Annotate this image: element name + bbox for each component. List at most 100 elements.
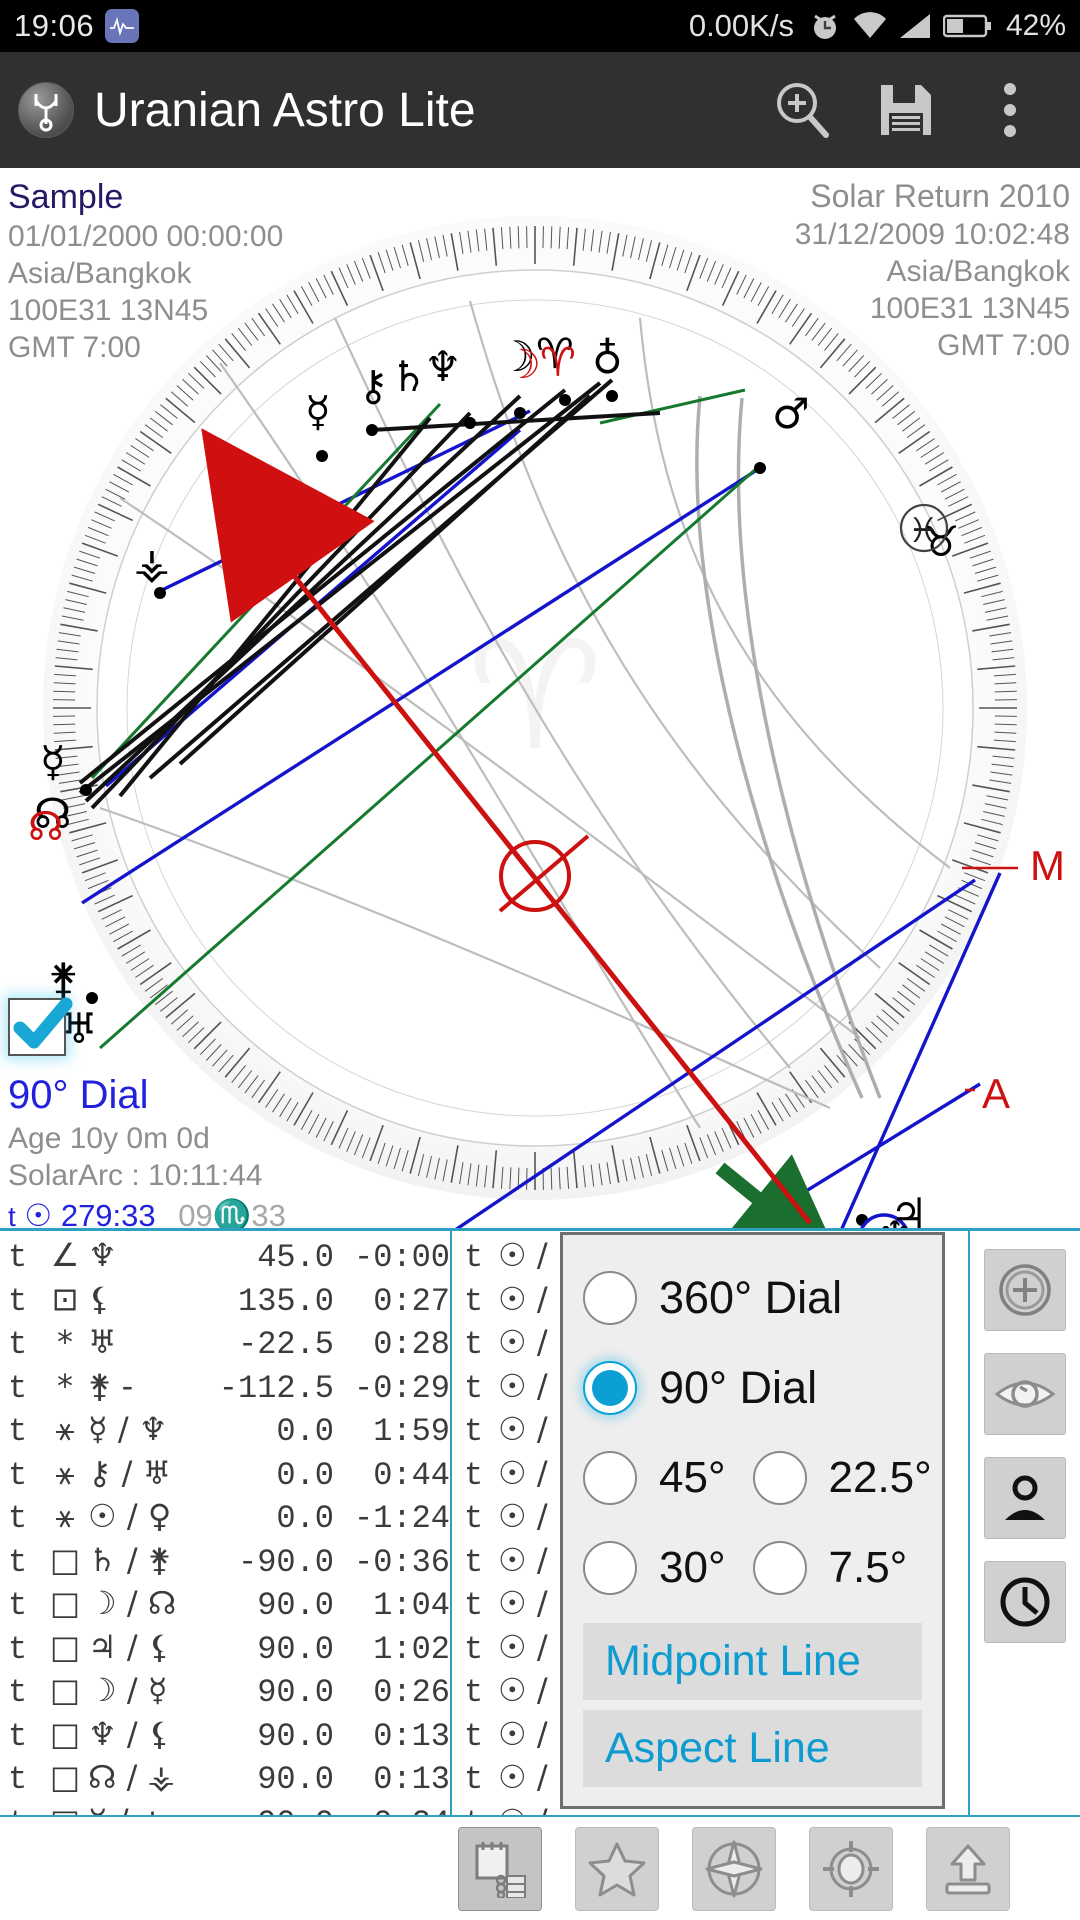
table-row[interactable]: t ⚹ ⚷ / ♅ 0.0 0:44 xyxy=(8,1453,450,1497)
row-aspect-glyph: □ xyxy=(49,1671,81,1709)
table-row[interactable]: t ∠ ♆ 45.0 -0:00 xyxy=(8,1235,450,1279)
row-aspect-glyph: ∠ xyxy=(50,1236,80,1274)
signal-icon xyxy=(898,12,932,40)
row-aspect-glyph: ⚹ xyxy=(55,1410,75,1448)
row-bodies: ♄ / ⚵ xyxy=(88,1540,172,1579)
row-orb: 0:27 xyxy=(373,1282,450,1320)
save-button[interactable] xyxy=(854,58,958,162)
asc-label: A xyxy=(982,1070,1010,1117)
row-source: t xyxy=(8,1630,28,1668)
row-degree: 90.0 xyxy=(257,1761,334,1798)
svg-text:☽: ☽ xyxy=(505,342,541,388)
dial-settings-dialog[interactable]: 360° Dial 90° Dial 45° 22.5° 30° 7.5° Mi… xyxy=(560,1232,945,1809)
row-bodies: ☽ / ☊ xyxy=(88,1584,177,1622)
row-orb: 0:28 xyxy=(373,1326,450,1363)
overflow-menu-button[interactable] xyxy=(958,58,1062,162)
dial-option-90[interactable]: 90° Dial xyxy=(583,1343,922,1433)
row-aspect-glyph: □ xyxy=(49,1627,81,1666)
midpoint-line-button[interactable]: Midpoint Line xyxy=(583,1623,922,1700)
natal-timezone: Asia/Bangkok xyxy=(8,257,192,290)
return-datetime: 31/12/2009 10:02:48 xyxy=(794,218,1070,251)
row-bodies: ⚸ xyxy=(88,1279,112,1318)
row-orb: 0:13 xyxy=(373,1761,450,1798)
dial-option-7-5[interactable]: 7.5° xyxy=(752,1541,923,1595)
eye-icon[interactable] xyxy=(984,1353,1066,1435)
chart-glyph: ♆ xyxy=(424,342,462,391)
radio-360-icon[interactable] xyxy=(583,1271,637,1325)
dial-option-45[interactable]: 45° xyxy=(583,1451,753,1505)
row-bodies: ♅ xyxy=(88,1323,117,1361)
clock-icon[interactable] xyxy=(984,1561,1066,1643)
row-orb: -0:29 xyxy=(353,1369,450,1407)
net-speed-text: 0.00K/s xyxy=(688,8,794,43)
table-row[interactable]: t □ ♄ / ⚵ -90.0 -0:36 xyxy=(8,1540,450,1584)
row-degree: 0.0 xyxy=(276,1500,334,1537)
star-icon[interactable] xyxy=(575,1826,659,1911)
chart-glyph: ♁ xyxy=(592,334,623,383)
row-source: t xyxy=(464,1326,484,1363)
aspect-table-left[interactable]: t ∠ ♆ 45.0 -0:00 t ⊡ ⚸ 135.0 0:27 t * ♅ -22.5 0:28 t * ⚵ … xyxy=(0,1231,452,1815)
dial-checkbox[interactable] xyxy=(8,997,73,1056)
row-source: t xyxy=(464,1239,484,1276)
row-orb: 0:44 xyxy=(373,1456,450,1494)
radio-90-icon[interactable] xyxy=(583,1361,637,1415)
table-row[interactable]: t □ ♃ / ⚸ 90.0 1:02 xyxy=(8,1627,450,1671)
radio-45-icon[interactable] xyxy=(583,1451,637,1505)
chart-glyph: ☿ xyxy=(305,387,331,436)
radio-30-icon[interactable] xyxy=(583,1541,637,1595)
sun-glyph-icon: ☉ xyxy=(24,1198,53,1228)
app-title: Uranian Astro Lite xyxy=(94,83,476,137)
table-row[interactable]: t * ⚵ - -112.5 -0:29 xyxy=(8,1366,450,1410)
row-source: t xyxy=(8,1761,28,1798)
compass-star-icon[interactable] xyxy=(692,1826,776,1911)
table-row[interactable]: t □ ☊ / ⚶ 90.0 0:13 xyxy=(8,1757,450,1801)
upload-arrow-icon[interactable] xyxy=(926,1826,1010,1911)
bottom-toolbar xyxy=(0,1815,1080,1920)
chart-glyph: ♆ xyxy=(876,1212,914,1228)
row-source: t xyxy=(464,1674,484,1711)
table-row[interactable]: t □ ♆ / ⚸ 90.0 0:13 xyxy=(8,1714,450,1758)
row-source: t xyxy=(8,1543,28,1581)
table-row[interactable]: t ⚹ ☿ / ♆ 0.0 1:59 xyxy=(8,1409,450,1453)
natal-datetime: 01/01/2000 00:00:00 xyxy=(8,220,284,253)
side-toolbar xyxy=(970,1231,1080,1815)
person-icon[interactable] xyxy=(984,1457,1066,1539)
dial-option-360-label: 360° Dial xyxy=(659,1272,843,1323)
dial-option-22-5[interactable]: 22.5° xyxy=(752,1451,932,1505)
row-bodies: ☊ / ⚶ xyxy=(88,1758,175,1796)
zoom-in-button[interactable] xyxy=(750,58,854,162)
natal-coords: 100E31 13N45 xyxy=(8,294,209,327)
row-orb: -0:00 xyxy=(353,1239,450,1276)
aspect-line-button[interactable]: Aspect Line xyxy=(583,1710,922,1787)
row-source: t xyxy=(8,1413,28,1450)
dial-option-30[interactable]: 30° xyxy=(583,1541,753,1595)
table-row[interactable]: t □ ☽ / ☿ 90.0 0:26 xyxy=(8,1670,450,1714)
table-row[interactable]: t ⚹ ☉ / ♀ 0.0 -1:24 xyxy=(8,1496,450,1540)
natal-gmt: GMT 7:00 xyxy=(8,331,141,364)
row-source: t xyxy=(464,1369,484,1407)
dial-option-360[interactable]: 360° Dial xyxy=(583,1253,922,1343)
table-row[interactable]: t□☿ / ⚶90.0-0:24 xyxy=(8,1801,450,1816)
notes-list-icon[interactable] xyxy=(458,1826,542,1911)
row-degree: 90.0 xyxy=(257,1717,334,1755)
age-label: Age 10y 0m 0d xyxy=(8,1122,210,1155)
row-orb: 0:26 xyxy=(373,1674,450,1711)
table-row[interactable]: t □ ☽ / ☊ 90.0 1:04 xyxy=(8,1583,450,1627)
table-row[interactable]: t * ♅ -22.5 0:28 xyxy=(8,1322,450,1366)
aspect-line-label: Aspect Line xyxy=(605,1724,830,1772)
circle-plus-icon[interactable] xyxy=(984,1249,1066,1331)
chart-panel[interactable]: ♈ M A ☿ ⚷ ♄ ♆ ☽ ♈ ♁ ♂ ⚶ ☿ ☊ ⚵ ♅ ♃ ♉ ☽ ♈ … xyxy=(0,168,1080,1228)
row-degree: 135.0 xyxy=(237,1282,334,1320)
row-degree: 90.0 xyxy=(257,1630,334,1668)
row-source: t xyxy=(8,1369,28,1407)
row-aspect-glyph: □ xyxy=(42,1801,88,1816)
table-row[interactable]: t ⊡ ⚸ 135.0 0:27 xyxy=(8,1279,450,1323)
natal-chart-header: Sample 01/01/2000 00:00:00 Asia/Bangkok … xyxy=(8,176,283,366)
solar-arc-label: SolarArc : 10:11:44 xyxy=(8,1159,263,1192)
transit-sun-readout: t ☉ 279:33 09♏33 xyxy=(8,1197,286,1228)
radio-22-5-icon[interactable] xyxy=(752,1451,807,1505)
radio-7-5-icon[interactable] xyxy=(752,1541,807,1595)
target-icon[interactable] xyxy=(809,1826,893,1911)
chart-glyph: ☿ xyxy=(40,737,66,786)
row-aspect-glyph: * xyxy=(57,1323,73,1361)
